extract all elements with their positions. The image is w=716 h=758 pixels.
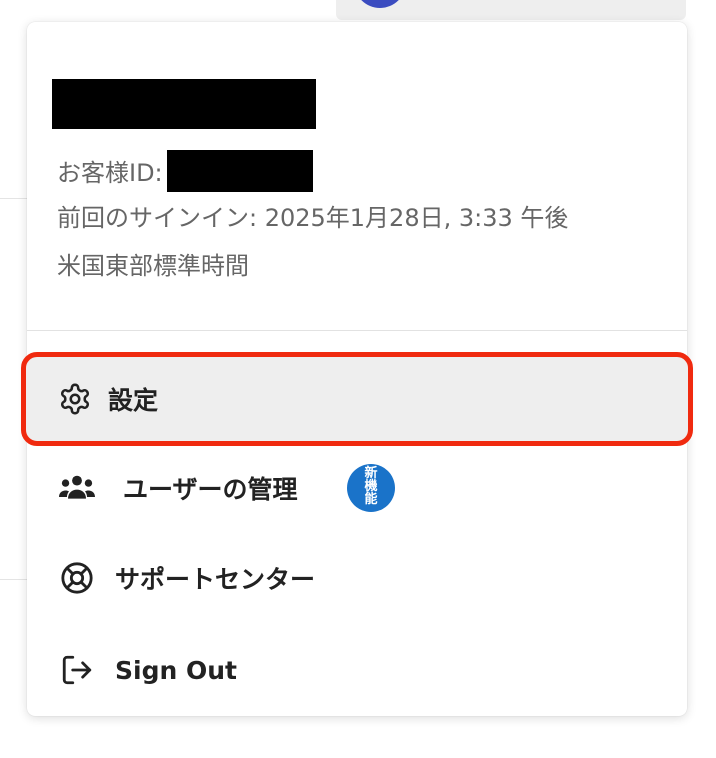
lifebuoy-icon — [59, 560, 95, 596]
customer-id-redacted — [166, 150, 313, 192]
sign-out-icon — [59, 652, 95, 688]
manage-users-menu-item[interactable]: ユーザーの管理 新 機 能 — [27, 446, 687, 530]
support-center-menu-item[interactable]: サポートセンター — [27, 536, 687, 620]
menu-divider — [27, 330, 687, 331]
timezone-text: 米国東部標準時間 — [57, 252, 249, 280]
sign-out-label: Sign Out — [115, 655, 237, 685]
users-icon — [59, 470, 95, 506]
customer-id-row: お客様ID: — [57, 150, 313, 195]
customer-id-label: お客様ID: — [57, 159, 163, 187]
account-name-redacted — [52, 79, 316, 129]
support-center-label: サポートセンター — [115, 565, 316, 594]
sign-out-menu-item[interactable]: Sign Out — [27, 628, 687, 712]
new-feature-badge: 新 機 能 — [347, 464, 395, 512]
account-dropdown-menu: お客様ID: 前回のサインイン: 2025年1月28日, 3:33 午後 米国東… — [21, 22, 693, 716]
settings-label: 設定 — [108, 386, 159, 415]
gear-icon — [57, 381, 93, 417]
settings-menu-item[interactable]: 設定 — [21, 352, 693, 446]
last-signin-text: 前回のサインイン: 2025年1月28日, 3:33 午後 — [57, 204, 569, 232]
manage-users-label: ユーザーの管理 — [123, 475, 298, 504]
